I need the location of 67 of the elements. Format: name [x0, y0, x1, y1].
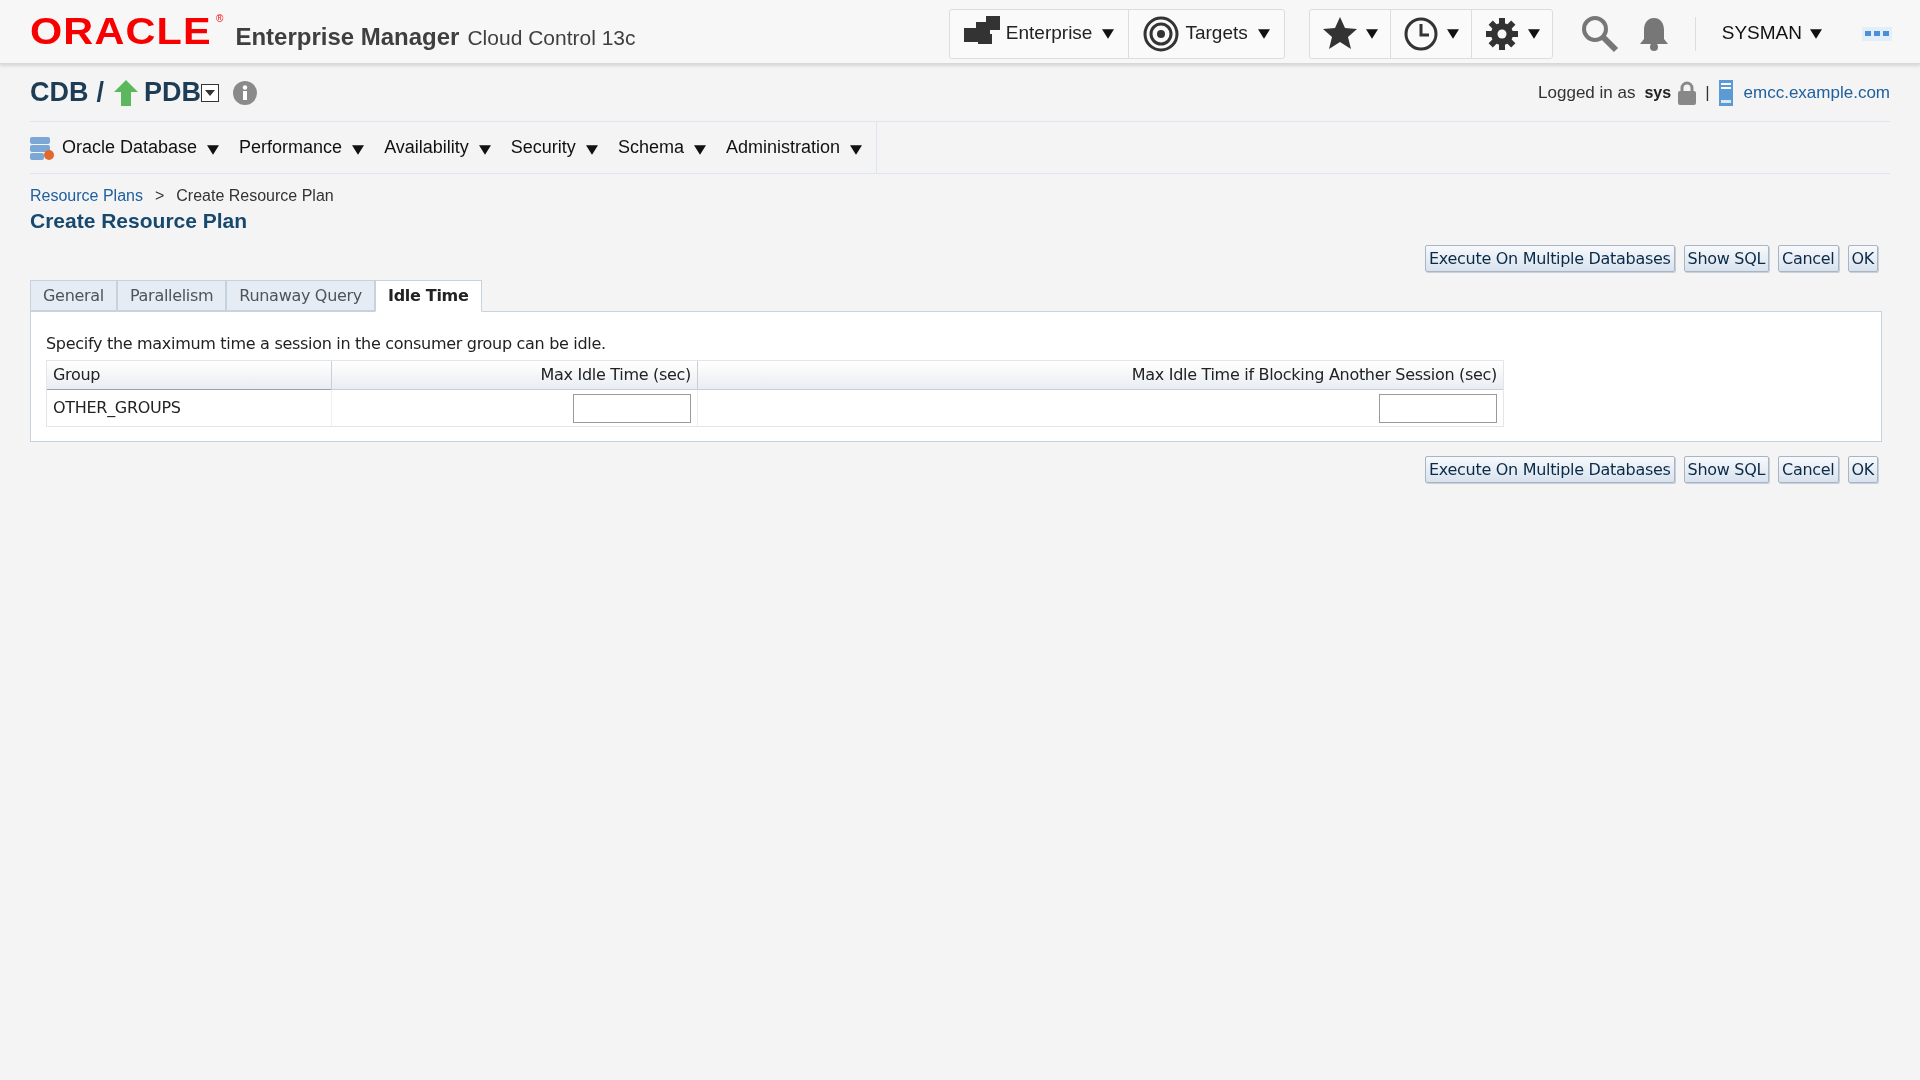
divider-text: |	[1705, 81, 1710, 104]
caret-icon	[352, 144, 365, 155]
caret-icon	[1102, 28, 1115, 39]
settings-icon	[1483, 15, 1520, 52]
oracle-logo: ORACLE®	[30, 13, 224, 50]
lock-icon	[1677, 80, 1698, 105]
menu-button[interactable]: Oracle Database	[30, 134, 220, 161]
caret-icon	[585, 144, 598, 155]
menu-button[interactable]: Security	[510, 134, 598, 161]
tab[interactable]: Runaway Query	[226, 280, 375, 311]
action-button[interactable]: OK	[1847, 456, 1878, 483]
search-icon	[1580, 14, 1619, 53]
action-button[interactable]: Execute On Multiple Databases	[1425, 456, 1675, 483]
tab[interactable]: Idle Time	[375, 280, 482, 312]
up-arrow-icon	[114, 79, 138, 106]
breadcrumb-text: Create Resource Plan	[176, 186, 334, 206]
nav-menu-button[interactable]: Targets	[1128, 9, 1284, 58]
table-cell-text: OTHER_GROUPS	[52, 397, 182, 419]
menu-button[interactable]: Administration	[725, 134, 862, 161]
action-button[interactable]: Cancel	[1778, 245, 1839, 272]
caret-icon	[1527, 28, 1540, 39]
column-header: Max Idle Time (sec)	[331, 361, 697, 390]
breadcrumb-link[interactable]: Resource Plans	[30, 184, 143, 208]
caret-icon	[849, 144, 862, 155]
info-icon	[233, 80, 258, 105]
nav-menu-button[interactable]: Enterprise	[949, 9, 1129, 58]
caret-icon	[1257, 28, 1270, 39]
caret-icon	[1810, 28, 1822, 39]
target-dropdown[interactable]: PDB	[144, 72, 220, 113]
action-button[interactable]: Execute On Multiple Databases	[1425, 245, 1675, 272]
logged-in-label: Logged in as	[1538, 81, 1636, 104]
product-name: Enterprise Manager	[235, 21, 460, 52]
user-menu-button[interactable]: SYSMAN	[1721, 19, 1822, 48]
caret-icon	[207, 144, 220, 155]
host-link[interactable]: emcc.example.com	[1743, 79, 1890, 106]
edition-label: Cloud Control 13c	[467, 24, 636, 51]
menu-button[interactable]: Availability	[384, 134, 491, 161]
user-name: sys	[1644, 82, 1672, 103]
database-icon	[30, 134, 54, 161]
breadcrumb-text: >	[154, 186, 165, 206]
star-icon	[1321, 15, 1358, 52]
action-button[interactable]: Show SQL	[1683, 245, 1770, 272]
tab[interactable]: Parallelism	[116, 280, 227, 311]
page-title: Create Resource Plan	[30, 208, 249, 234]
tab[interactable]: General	[30, 280, 117, 311]
target-icon	[1143, 15, 1180, 52]
menu-button[interactable]: Schema	[617, 134, 706, 161]
input-field[interactable]	[1379, 393, 1497, 423]
target-name: CDB	[30, 76, 89, 110]
search-button[interactable]	[1580, 14, 1619, 53]
path-separator: /	[96, 76, 104, 110]
column-header: Max Idle Time if Blocking Another Session (sec)	[697, 361, 1503, 390]
more-icon	[1862, 26, 1892, 41]
menu-button[interactable]: Performance	[239, 134, 365, 161]
more-button[interactable]	[1862, 26, 1892, 41]
caret-icon	[1446, 28, 1459, 39]
description-text: Specify the maximum time a session in the consumer group can be idle.	[46, 333, 607, 355]
input-field[interactable]	[573, 393, 691, 423]
caret-icon	[693, 144, 706, 155]
server-icon	[1717, 79, 1734, 106]
clock-icon	[1402, 15, 1439, 52]
dropdown-icon	[201, 83, 220, 102]
caret-icon	[1365, 28, 1378, 39]
action-button[interactable]: Show SQL	[1683, 456, 1770, 483]
action-button[interactable]: Cancel	[1778, 456, 1839, 483]
caret-icon	[478, 144, 491, 155]
action-button[interactable]: OK	[1847, 245, 1878, 272]
